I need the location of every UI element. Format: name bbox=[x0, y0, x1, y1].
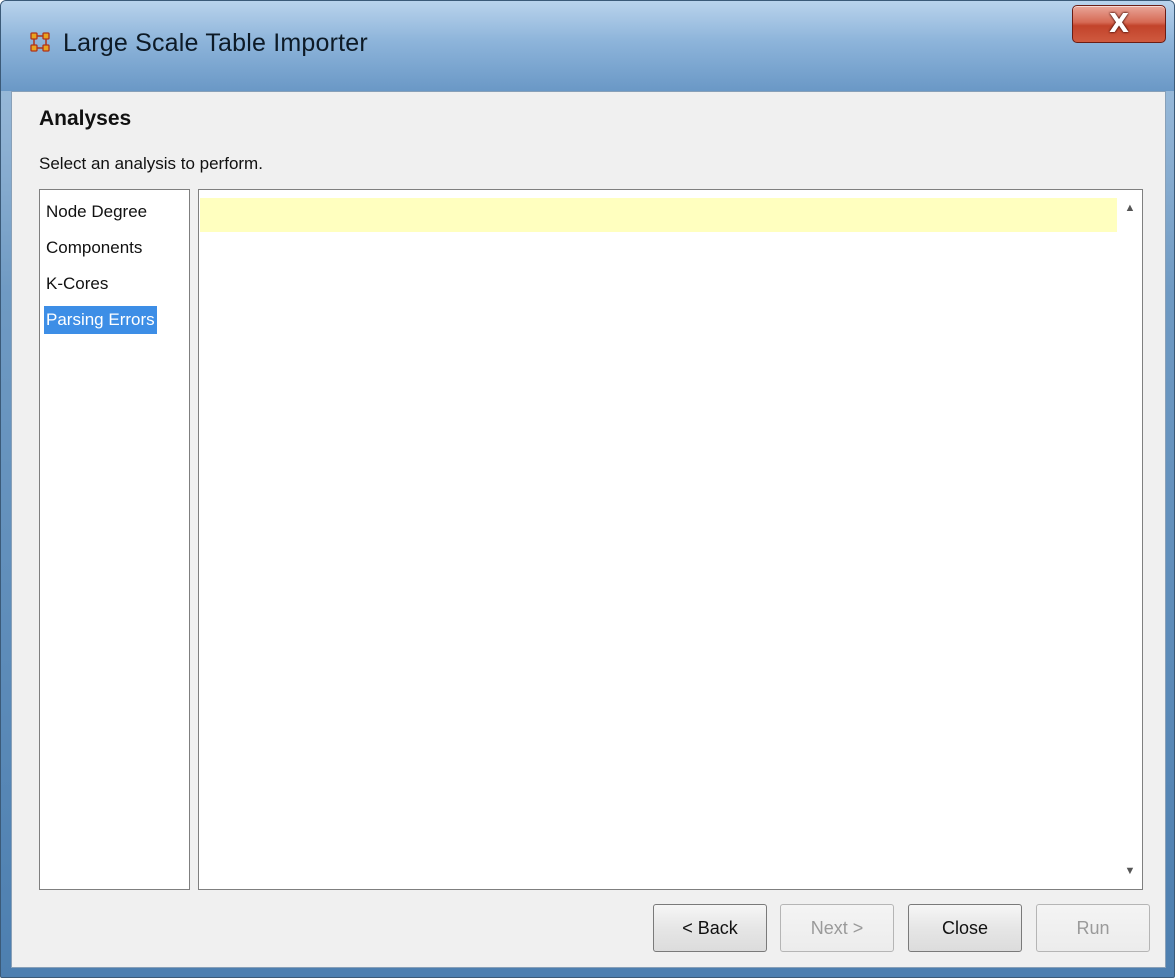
app-icon bbox=[30, 32, 50, 52]
analysis-item-parsing-errors[interactable]: Parsing Errors bbox=[44, 306, 157, 334]
next-button[interactable]: Next > bbox=[780, 904, 894, 952]
window-title: Large Scale Table Importer bbox=[63, 29, 368, 57]
dialog-content: Analyses Select an analysis to perform. … bbox=[11, 91, 1166, 968]
page-title: Analyses bbox=[39, 107, 132, 130]
analysis-results-panel: ▲ ▼ bbox=[198, 189, 1143, 890]
vertical-scrollbar[interactable]: ▲ ▼ bbox=[1118, 190, 1142, 889]
run-button[interactable]: Run bbox=[1036, 904, 1150, 952]
close-button[interactable]: Close bbox=[908, 904, 1022, 952]
page-subtitle: Select an analysis to perform. bbox=[39, 154, 263, 173]
analysis-item-k-cores[interactable]: K-Cores bbox=[44, 270, 110, 298]
analysis-list: Node Degree Components K-Cores Parsing E… bbox=[39, 189, 190, 890]
importer-window: Large Scale Table Importer X Analyses Se… bbox=[0, 0, 1175, 978]
analysis-item-node-degree[interactable]: Node Degree bbox=[44, 198, 149, 226]
analysis-item-components[interactable]: Components bbox=[44, 234, 144, 262]
results-row-highlighted[interactable] bbox=[200, 198, 1117, 232]
close-icon: X bbox=[1108, 9, 1130, 39]
window-close-button[interactable]: X bbox=[1072, 5, 1166, 43]
title-bar[interactable]: Large Scale Table Importer X bbox=[1, 1, 1174, 91]
scroll-down-arrow-icon[interactable]: ▼ bbox=[1118, 859, 1142, 883]
scroll-up-arrow-icon[interactable]: ▲ bbox=[1118, 196, 1142, 220]
back-button[interactable]: < Back bbox=[653, 904, 767, 952]
